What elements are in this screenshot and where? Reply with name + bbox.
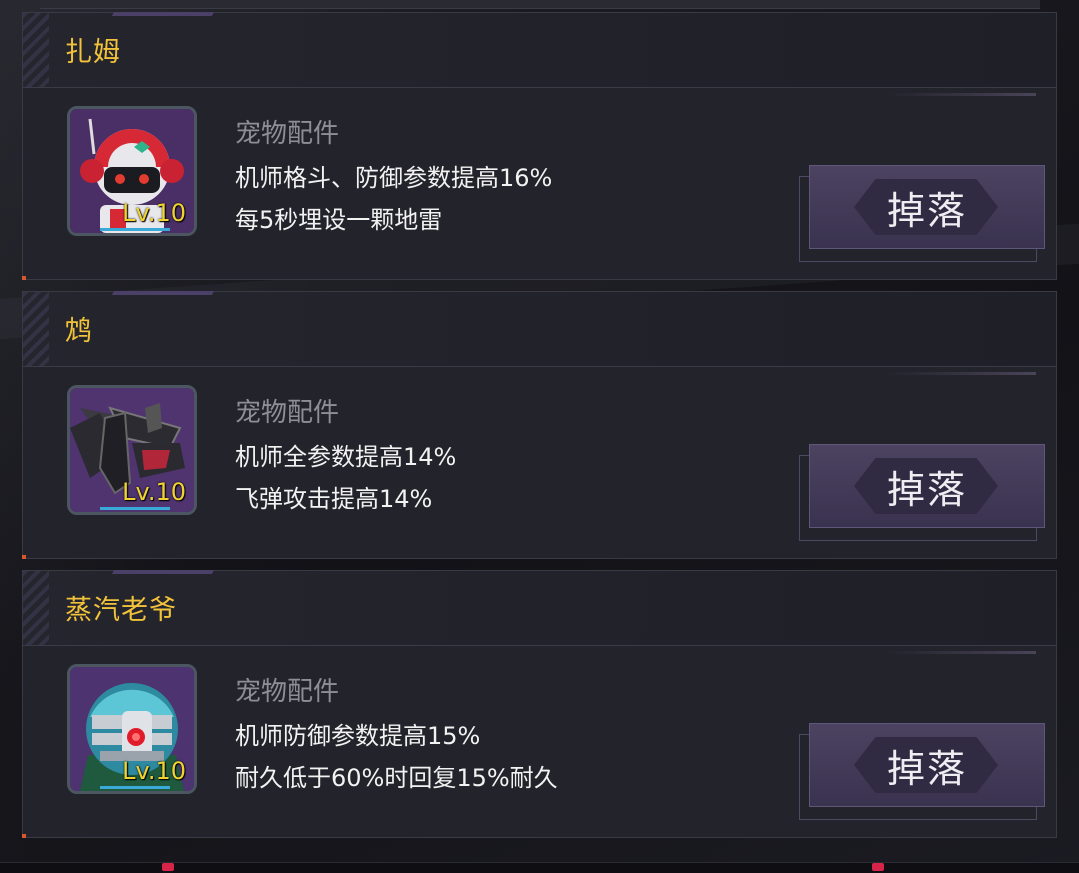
item-type: 宠物配件 bbox=[235, 677, 340, 707]
drop-button[interactable]: 掉落 bbox=[809, 165, 1045, 249]
header-decoration bbox=[23, 571, 49, 645]
item-type: 宠物配件 bbox=[235, 398, 340, 428]
effect-line-1: 机师格斗、防御参数提高16% bbox=[235, 164, 553, 192]
pet-name: 蒸汽老爷 bbox=[65, 595, 177, 626]
divider-accent bbox=[886, 372, 1036, 375]
effect-line-1: 机师防御参数提高15% bbox=[235, 722, 481, 750]
portrait-underline bbox=[100, 786, 170, 789]
pet-name: 扎姆 bbox=[65, 37, 121, 68]
divider-accent bbox=[886, 93, 1036, 96]
pet-card: 鸩 Lv.10 宠物配件 机师全参数提高14% 飞弹攻击提高14% 掉落 bbox=[22, 291, 1057, 559]
effect-line-2: 每5秒埋设一颗地雷 bbox=[235, 206, 443, 234]
header-accent bbox=[111, 291, 215, 295]
pet-card: 蒸汽老爷 Lv.10 宠物配件 机师防御参数提高15% 耐久低于60%时回复15… bbox=[22, 570, 1057, 838]
bottom-gem-marker bbox=[872, 863, 884, 871]
portrait-underline bbox=[100, 507, 170, 510]
drop-button[interactable]: 掉落 bbox=[809, 723, 1045, 807]
pet-level: Lv.10 bbox=[122, 757, 186, 785]
corner-marker bbox=[22, 276, 26, 280]
corner-marker bbox=[22, 555, 26, 559]
corner-marker bbox=[22, 834, 26, 838]
header-accent bbox=[111, 12, 215, 16]
pet-portrait[interactable]: Lv.10 bbox=[67, 385, 197, 515]
pet-name: 鸩 bbox=[65, 316, 93, 347]
pet-level: Lv.10 bbox=[122, 199, 186, 227]
header-decoration bbox=[23, 13, 49, 87]
drop-button-label: 掉落 bbox=[886, 188, 967, 233]
card-header: 蒸汽老爷 bbox=[23, 570, 1056, 646]
header-decoration bbox=[23, 292, 49, 366]
drop-button-label: 掉落 bbox=[886, 467, 967, 512]
item-type: 宠物配件 bbox=[235, 119, 340, 149]
card-header: 扎姆 bbox=[23, 12, 1056, 88]
pet-portrait[interactable]: Lv.10 bbox=[67, 664, 197, 794]
drop-button[interactable]: 掉落 bbox=[809, 444, 1045, 528]
card-header: 鸩 bbox=[23, 291, 1056, 367]
drop-button-label: 掉落 bbox=[886, 746, 967, 791]
top-card-edge bbox=[40, 0, 1040, 9]
pet-card: 扎姆 Lv.10 宠物配件 机师格斗、防御参数提高16% 每5秒埋设一颗地雷 掉… bbox=[22, 12, 1057, 280]
bottom-gem-marker bbox=[162, 863, 174, 871]
pet-portrait[interactable]: Lv.10 bbox=[67, 106, 197, 236]
header-accent bbox=[111, 570, 215, 574]
effect-line-2: 耐久低于60%时回复15%耐久 bbox=[235, 764, 558, 792]
effect-line-1: 机师全参数提高14% bbox=[235, 443, 457, 471]
divider-accent bbox=[886, 651, 1036, 654]
pet-level: Lv.10 bbox=[122, 478, 186, 506]
portrait-underline bbox=[100, 228, 170, 231]
effect-line-2: 飞弹攻击提高14% bbox=[235, 485, 433, 513]
